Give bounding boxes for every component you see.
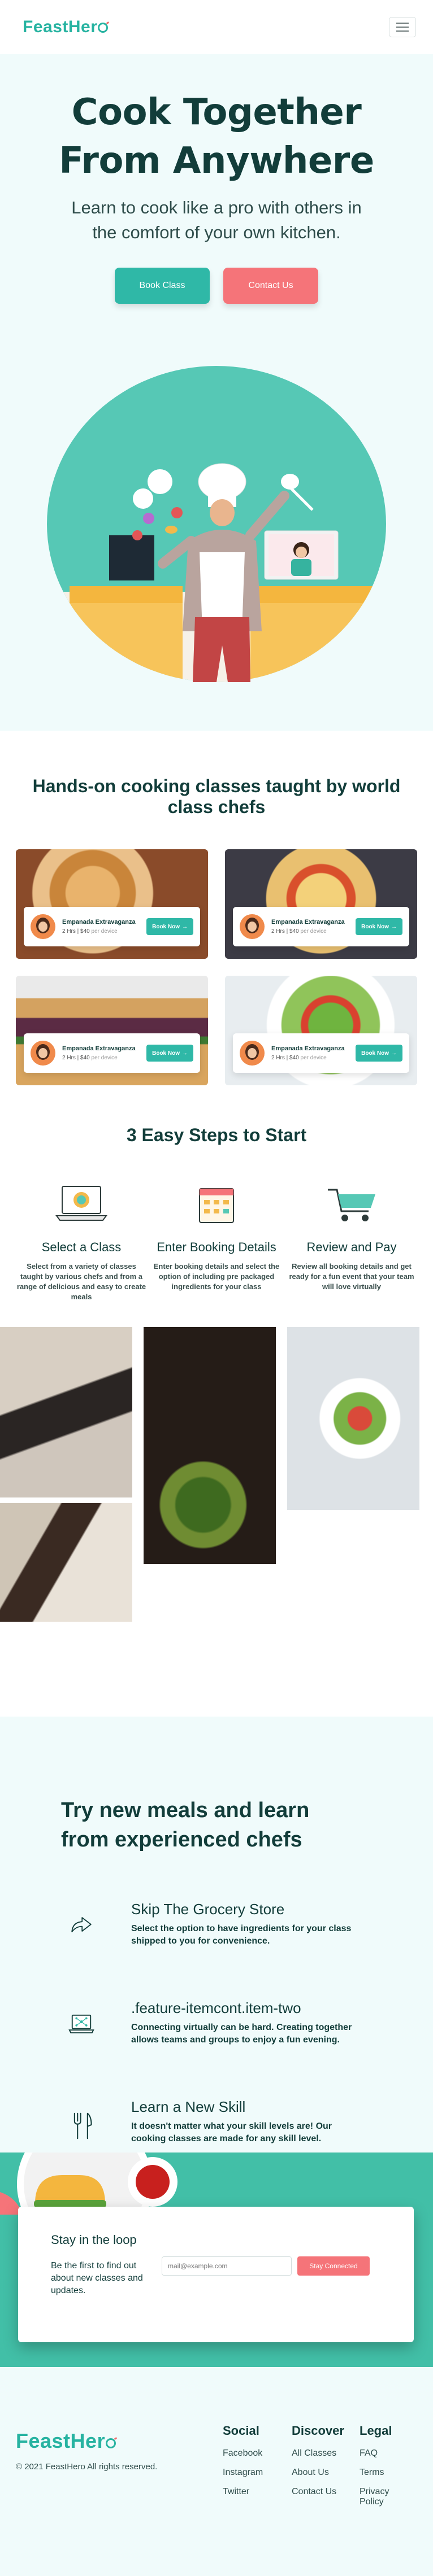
contact-us-button[interactable]: Contact Us <box>223 268 318 304</box>
step-item: Select a Class Select from a variety of … <box>16 1183 147 1302</box>
stay-connected-button[interactable]: Stay Connected <box>297 2256 370 2276</box>
footer-column-discover: Discover All Classes About Us Contact Us <box>292 2424 344 2506</box>
class-meta: 2 Hrs | $40 per device <box>62 1055 118 1061</box>
class-card[interactable]: Empanada Extravaganza 2 Hrs | $40 per dev… <box>16 976 208 1085</box>
class-meta: 2 Hrs | $40 per device <box>271 928 327 935</box>
footer-link-facebook[interactable]: Facebook <box>223 2448 263 2459</box>
book-class-button[interactable]: Book Class <box>115 268 210 304</box>
classes-section: Hands-on cooking classes taught by world… <box>0 731 433 1108</box>
hero-section: Cook Together From Anywhere Learn to cook… <box>0 54 433 731</box>
photo-hand-herbs <box>144 1327 276 1564</box>
step-text: Select from a variety of classes taught … <box>16 1262 146 1301</box>
class-card[interactable]: Empanada Extravaganza 2 Hrs | $40 per dev… <box>225 976 417 1085</box>
footer: FeastHer © 2021 FeastHero All rights res… <box>0 2367 433 2576</box>
class-card[interactable]: Empanada Extravaganza 2 Hrs | $40 per dev… <box>16 849 208 959</box>
footer-link-contact-us[interactable]: Contact Us <box>292 2487 344 2497</box>
navbar: FeastHer <box>0 0 433 54</box>
steps-section: 3 Easy Steps to Start Select a Class Sel… <box>0 1108 433 1717</box>
step-title: Enter Booking Details <box>157 1240 276 1254</box>
hero-title: Cook Together From Anywhere <box>59 91 374 182</box>
footer-link-faq[interactable]: FAQ <box>360 2448 410 2459</box>
footer-column-social: Social Facebook Instagram Twitter <box>223 2424 263 2506</box>
copyright-text: © 2021 FeastHero All rights reserved. <box>16 2462 158 2472</box>
arrow-right-icon: → <box>391 1050 397 1056</box>
hamburger-icon[interactable] <box>389 17 416 37</box>
book-now-button[interactable]: Book Now → <box>146 918 193 935</box>
feature-title: Skip The Grocery Store <box>131 1901 285 1918</box>
footer-heading: Social <box>223 2424 259 2438</box>
network-laptop-icon <box>68 2014 94 2033</box>
class-title: Empanada Extravaganza <box>271 919 345 925</box>
step-title: Review and Pay <box>306 1240 397 1254</box>
hero-illustration <box>47 366 386 682</box>
hero-subtitle: Learn to cook like a pro with others in t… <box>71 198 362 242</box>
footer-link-terms[interactable]: Terms <box>360 2468 410 2478</box>
chef-avatar <box>31 1041 55 1066</box>
photo-salad-bowl <box>287 1327 419 1510</box>
arrow-right-icon: → <box>182 1050 188 1056</box>
class-title: Empanada Extravaganza <box>62 919 136 925</box>
class-card[interactable]: Empanada Extravaganza 2 Hrs | $40 per dev… <box>225 849 417 959</box>
share-arrow-icon <box>71 1917 92 1933</box>
footer-logo[interactable]: FeastHer <box>16 2429 417 2453</box>
arrow-right-icon: → <box>182 923 188 930</box>
feature-text: Select the option to have ingredients fo… <box>131 1924 352 1946</box>
photo-collage <box>0 1327 419 1683</box>
newsletter-text: Be the first to find out about new class… <box>51 2261 143 2295</box>
brand-logo[interactable]: FeastHer <box>23 18 109 37</box>
footer-column-legal: Legal FAQ Terms Privacy Policy <box>360 2424 410 2516</box>
feature-item: Learn a New Skill It doesn't matter what … <box>61 2098 433 2145</box>
chef-avatar <box>240 914 265 939</box>
footer-heading: Discover <box>292 2424 344 2438</box>
class-meta: 2 Hrs | $40 per device <box>62 928 118 935</box>
step-item: Review and Pay Review all booking detail… <box>286 1183 417 1302</box>
feature-text: Connecting virtually can be hard. Creati… <box>131 2023 352 2045</box>
class-title: Empanada Extravaganza <box>62 1045 136 1052</box>
footer-link-instagram[interactable]: Instagram <box>223 2468 263 2478</box>
book-now-button[interactable]: Book Now → <box>146 1045 193 1062</box>
feature-text: It doesn't matter what your skill levels… <box>131 2121 332 2143</box>
features-heading: Try new meals and learn from experienced … <box>61 1798 310 1852</box>
step-title: Select a Class <box>41 1240 122 1254</box>
steps-heading: 3 Easy Steps to Start <box>126 1125 307 1145</box>
step-text: Review all booking details and get ready… <box>289 1262 414 1291</box>
footer-heading: Legal <box>360 2424 392 2438</box>
class-meta: 2 Hrs | $40 per device <box>271 1055 327 1061</box>
feature-item: Skip The Grocery Store Select the option … <box>61 1901 433 1948</box>
newsletter-title: Stay in the loop <box>51 2233 137 2247</box>
footer-link-all-classes[interactable]: All Classes <box>292 2448 344 2459</box>
fork-knife-icon <box>73 2112 92 2140</box>
chef-avatar <box>31 914 55 939</box>
calendar-icon <box>199 1188 234 1223</box>
features-section: Try new meals and learn from experienced … <box>0 1717 433 2153</box>
chef-avatar <box>240 1041 265 1066</box>
book-now-button[interactable]: Book Now → <box>356 1045 402 1062</box>
newsletter-section: Stay in the loop Be the first to find ou… <box>0 2153 433 2367</box>
shopping-cart-icon <box>328 1189 375 1221</box>
book-now-button[interactable]: Book Now → <box>356 918 402 935</box>
step-item: Enter Booking Details Enter booking deta… <box>151 1183 282 1302</box>
feature-item: .feature-itemcont.item-two Connecting vir… <box>61 1999 433 2046</box>
class-title: Empanada Extravaganza <box>271 1045 345 1052</box>
laptop-icon <box>55 1186 107 1221</box>
footer-link-twitter[interactable]: Twitter <box>223 2487 263 2497</box>
feature-title: .feature-itemcont.item-two <box>131 1999 301 2016</box>
footer-link-privacy-policy[interactable]: Privacy Policy <box>360 2487 410 2507</box>
classes-heading: Hands-on cooking classes taught by world… <box>32 776 401 817</box>
email-input[interactable] <box>162 2256 292 2276</box>
arrow-right-icon: → <box>391 923 397 930</box>
footer-link-about-us[interactable]: About Us <box>292 2468 344 2478</box>
photo-couple-cooking <box>0 1503 132 1622</box>
step-text: Enter booking details and select the opt… <box>153 1262 280 1291</box>
photo-woman-cooking <box>0 1327 132 1497</box>
newsletter-card: Stay in the loop Be the first to find ou… <box>18 2207 414 2342</box>
feature-title: Learn a New Skill <box>131 2098 246 2115</box>
